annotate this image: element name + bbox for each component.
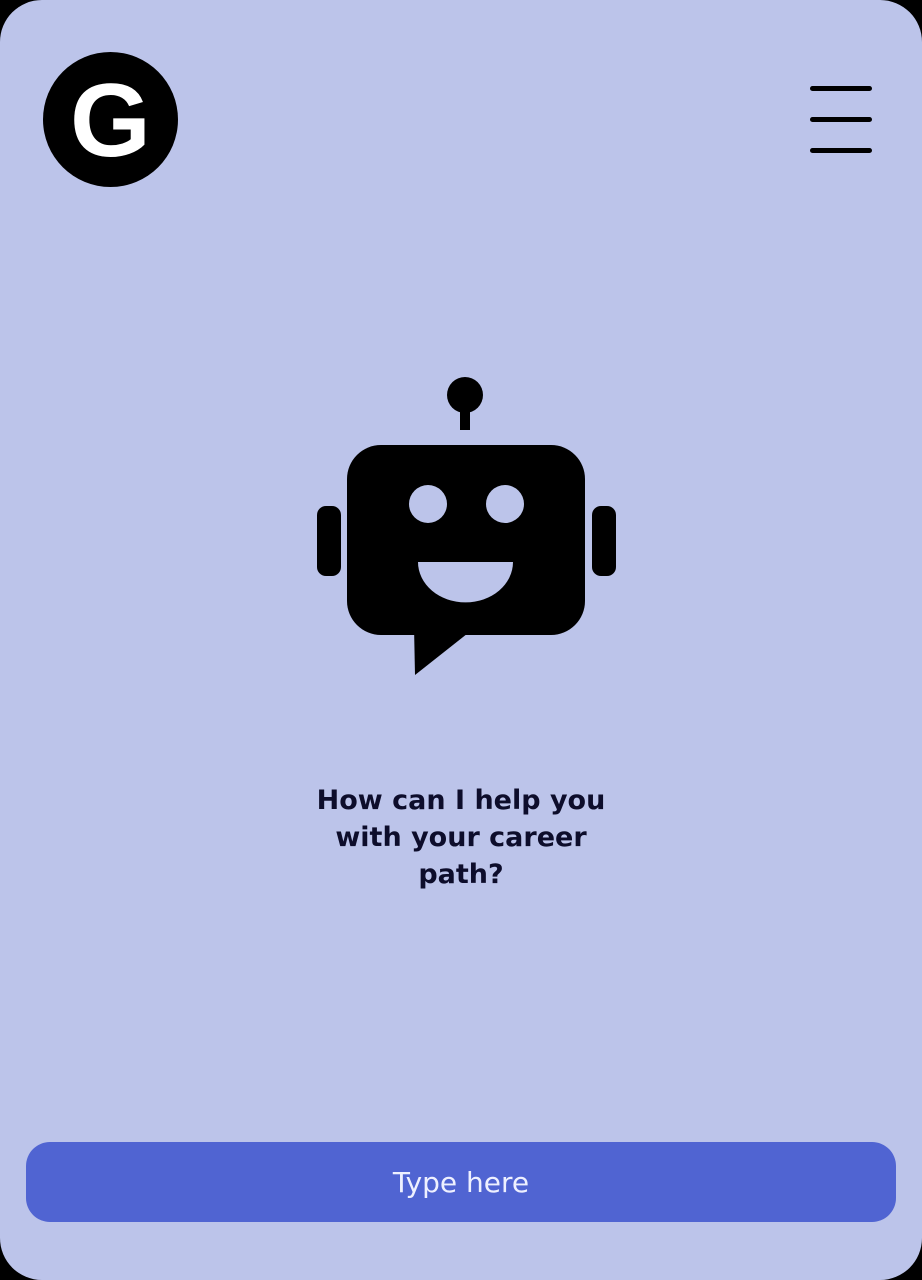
menu-button[interactable] [806,82,876,158]
chat-screen: G How can I help you with your career pa… [0,0,922,1280]
app-logo[interactable]: G [43,52,178,187]
assistant-prompt: How can I help you with your career path… [316,785,606,890]
logo-letter: G [70,62,151,179]
chatbot-robot-icon [317,377,616,675]
chat-input[interactable] [26,1142,896,1222]
